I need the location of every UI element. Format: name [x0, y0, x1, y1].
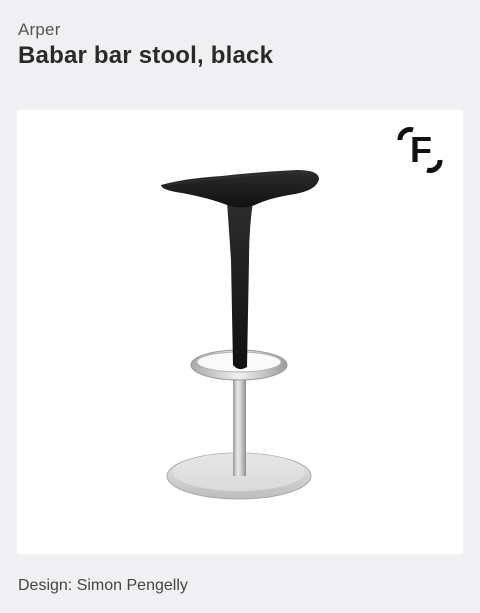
stool-column: [233, 372, 246, 476]
product-card[interactable]: Arper Babar bar stool, black F Design: S…: [0, 0, 480, 613]
brand-name[interactable]: Arper: [18, 20, 61, 40]
product-title[interactable]: Babar bar stool, black: [18, 42, 273, 70]
brand-logo-icon: F: [397, 127, 443, 173]
stool-stem: [227, 202, 253, 370]
designer-credit: Design: Simon Pengelly: [18, 577, 188, 594]
product-image[interactable]: F: [17, 110, 463, 554]
bar-stool-illustration: F: [161, 127, 443, 500]
logo-letter: F: [410, 129, 432, 170]
